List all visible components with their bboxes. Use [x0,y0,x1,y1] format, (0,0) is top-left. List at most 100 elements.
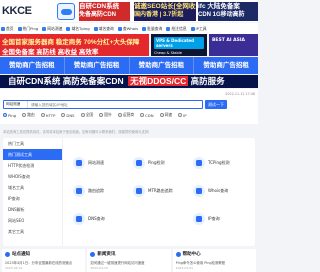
sponsor-slot[interactable]: 赞助商广告招租 [65,57,130,74]
tool-dns[interactable]: DNS查询 [73,208,135,230]
header-ad-cdn[interactable]: 自研CDN系统 免备高防CDN [79,2,130,21]
site-logo[interactable]: KKCE [2,5,32,17]
bottom-columns: 站点通知 2023年4月1日：分享全国最新在线的测速点 2023-04-01 新… [0,249,258,272]
radio-icon [178,113,183,117]
search-button[interactable]: 测试一下 [205,100,227,109]
ad-line: ifc 大陆免备案 [198,3,240,10]
article-link[interactable]: Ping命令怎么使用 Ping检测教程 [176,260,253,265]
menu-label: 域名Tping [71,25,90,31]
option-dns[interactable]: DNS [61,112,75,118]
sidebar-item-test-tools[interactable]: 热门测试工具 [3,149,62,160]
mtr-icon [133,185,145,197]
search-icon [93,26,98,31]
menu-item-home[interactable]: 首页 [1,26,14,32]
menu-item-speed[interactable]: 网站测速 [42,26,62,32]
article-date: 2023-03-15 [90,266,108,270]
menu-item-domain[interactable]: 域名查询 [93,26,114,32]
tool-label: 网站测速 [88,160,104,165]
tool-label: IP查询 [208,216,220,221]
tool-label: 路由追踪 [88,188,104,193]
column-title: 新闻资讯 [97,252,116,257]
tool-tcping[interactable]: TCPing检测 [193,152,255,174]
search-type-select[interactable]: 网站测速 [4,101,28,108]
tool-whois[interactable]: Whois查询 [193,180,255,202]
option-isp[interactable]: 运营商 [117,112,134,118]
ping-icon [17,26,22,31]
article-link[interactable]: 2023年4月1日：分享全国最新在线的测速点 [5,260,82,265]
cloud-ad-icon[interactable] [57,3,75,20]
sidebar-item-whois[interactable]: WHOIS查询 [3,171,62,182]
menu-item-info[interactable]: 抢注信息 [166,26,187,32]
search-input[interactable] [28,101,202,108]
vps-ad-banner[interactable]: VPS & Dedicated servers Cheap & Stable [151,34,207,56]
tool-mtr[interactable]: MTR路由追踪 [133,180,195,202]
option-ip[interactable]: IP [178,112,187,118]
option-route[interactable]: 路由 [22,112,35,118]
menu-item-tping[interactable]: 域名Tping [66,25,90,32]
sidebar-item-seo[interactable]: 网站SEO [3,215,62,226]
radio-icon [80,113,85,117]
sponsor-slot[interactable]: 赞助商广告招租 [0,57,65,74]
option-label: DNS [66,112,75,118]
radio-icon [3,113,7,117]
option-label: HTTP [45,112,56,118]
banner-line: 全国免备案 高防线 高收益 高效率 [2,49,99,56]
main-menu: 首页 热门Ping 网站测速 域名Tping 域名查询 查Whois 批量查询 … [0,23,258,34]
whois-icon [117,26,122,31]
header-ad-seo[interactable]: 诚邀SEO站长[全网收录] 国内香港 | 3.7折起 [134,2,196,21]
tool-traceroute[interactable]: 路由追踪 [73,180,135,202]
sidebar-item-ip[interactable]: IP查询 [3,193,62,204]
option-foreign[interactable]: 国外 [99,112,112,118]
speed-icon [73,157,85,169]
current-date: 2022-11-12 17:48 [225,92,255,96]
server-ad-banner[interactable]: 全国首家服务器商 稳定商务 70%分红+大头保障 全国免备案 高防线 高收益 高… [0,34,149,56]
radio-icon [159,113,164,117]
header-ad-ifc[interactable]: ifc 大陆免备案 CDN 1G移动高防 [198,2,258,21]
sponsor-slot[interactable]: 赞助商广告招租 [194,57,258,74]
menu-item-whois[interactable]: 查Whois [117,25,139,32]
whois-icon [193,185,205,197]
option-label: Ping [8,112,17,118]
test-options: Ping 路由 HTTP DNS 全国 国外 运营商 CDN 网速 IP [3,112,193,118]
speed-icon [42,26,47,31]
menu-item-ip[interactable]: IP工具 [190,26,207,32]
tool-ip[interactable]: IP查询 [193,208,255,230]
sidebar-item-http[interactable]: HTTP状态检测 [3,160,62,171]
option-label: IP [183,112,187,118]
vps-sub: Cheap & Stable [154,51,182,55]
sponsor-slot[interactable]: 赞助商广告招租 [130,57,195,74]
option-ping[interactable]: Ping [3,112,16,118]
banner-highlight: 无视DDOS/CC [128,76,189,86]
option-national[interactable]: 全国 [80,112,94,118]
ip-icon [193,213,205,225]
article-link[interactable]: 如何通过一键测速提升网站访问速度 [90,260,167,265]
option-cdn[interactable]: CDN [140,112,154,118]
banner-line: 全国首家服务器商 稳定商务 70%分红+大头保障 [2,39,140,46]
menu-label: 查Whois [122,25,139,31]
ad-line: 诚邀SEO站长[全网收录] [134,3,196,10]
tool-speed-test[interactable]: 网站测速 [73,152,135,174]
column-header: 新闻资讯 [90,251,167,257]
tool-ping[interactable]: Ping检测 [133,152,195,174]
cdn-ad-banner[interactable]: 自研CDN系统 高防免备案CDN 无视DDOS/CC 高防服务 [0,75,258,88]
tool-label: DNS查询 [88,216,105,221]
sidebar-item-other[interactable]: 其它工具 [3,226,62,237]
menu-item-batch[interactable]: 批量查询 [142,26,162,32]
tools-panel: 热门工具 热门测试工具 HTTP状态检测 WHOIS查询 域名工具 IP查询 D… [3,138,255,246]
menu-label: 热门Ping [22,25,39,31]
option-label: 全国 [85,112,94,117]
ping-icon [133,157,145,169]
radio-icon [117,113,122,117]
sidebar-item-dns[interactable]: DNS解析 [3,204,62,215]
option-http[interactable]: HTTP [40,112,56,118]
column-title: 帮助中心 [182,252,201,257]
sidebar-item-hot[interactable]: 热门工具 [3,138,62,149]
ai-ad-banner[interactable]: BEST AI ASIA [209,34,258,56]
column-header: 站点通知 [5,251,82,257]
radio-icon [99,113,104,117]
bell-icon [5,251,10,257]
menu-item-ping[interactable]: 热门Ping [17,25,39,32]
option-netspeed[interactable]: 网速 [159,112,172,118]
sidebar-item-domain[interactable]: 域名工具 [3,182,62,193]
vps-badge: VPS & Dedicated servers [154,37,204,49]
